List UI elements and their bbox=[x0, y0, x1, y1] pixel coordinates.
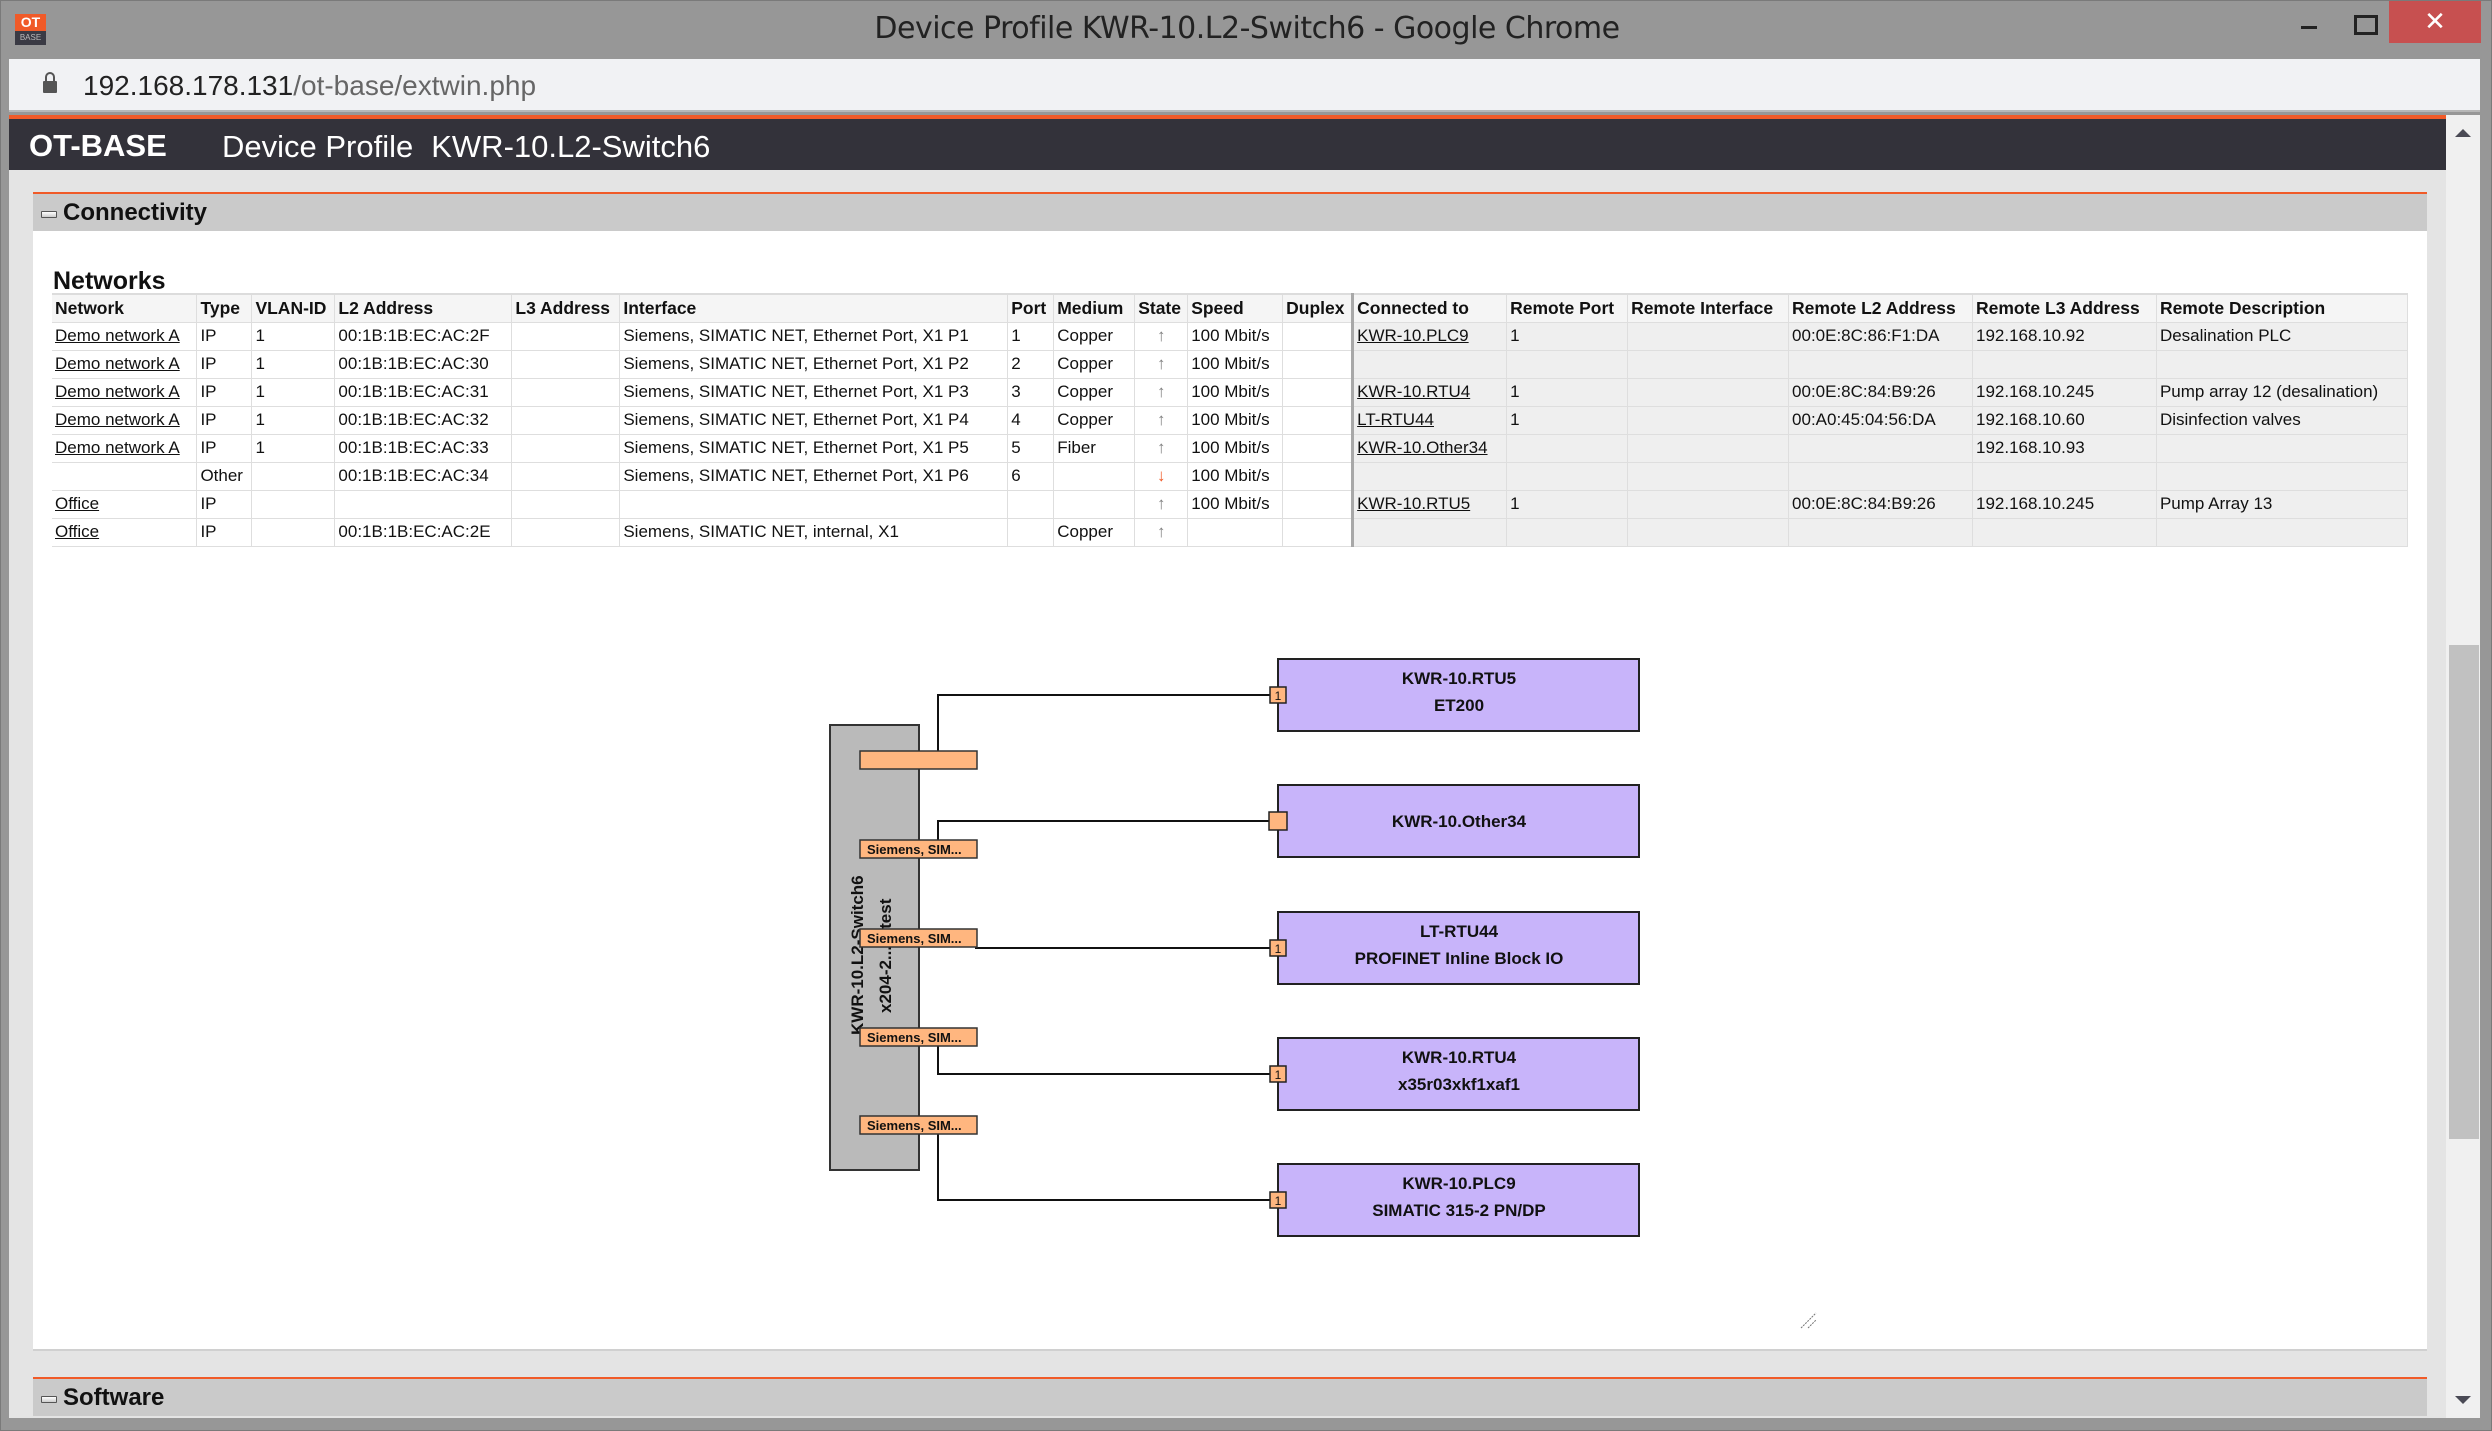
connectivity-title: Connectivity bbox=[63, 199, 208, 226]
device-model-label: SIMATIC 315-2 PN/DP bbox=[1372, 1201, 1546, 1220]
connection-line bbox=[937, 820, 1278, 840]
software-header[interactable]: Software bbox=[33, 1377, 2427, 1416]
device-model-label: ET200 bbox=[1434, 696, 1484, 715]
title-bar: OT BASE Device Profile KWR-10.L2-Switch6… bbox=[1, 1, 2492, 59]
device-name-label: KWR-10.PLC9 bbox=[1402, 1174, 1515, 1193]
page-type: Device Profile bbox=[222, 129, 414, 164]
device-port-label: 1 bbox=[1275, 1194, 1282, 1208]
scroll-up-arrow-icon[interactable] bbox=[2455, 129, 2471, 137]
maximize-button[interactable] bbox=[2334, 1, 2394, 43]
vertical-scrollbar[interactable] bbox=[2446, 115, 2480, 1418]
switch-port-tag[interactable] bbox=[859, 750, 978, 770]
scroll-down-arrow-icon[interactable] bbox=[2455, 1396, 2471, 1404]
url-text[interactable]: 192.168.178.131/ot-base/extwin.php bbox=[83, 70, 536, 102]
window-title: Device Profile KWR-10.L2-Switch6 - Googl… bbox=[874, 11, 1620, 46]
connection-line bbox=[937, 1046, 1278, 1075]
connectivity-body: Networks Network Type VLAN-ID L2 Address L3 … bbox=[33, 231, 2427, 1351]
switch-name-label: KWR-10.L2-Switch6 bbox=[848, 875, 867, 1035]
browser-window: OT BASE Device Profile KWR-10.L2-Switch6… bbox=[0, 0, 2492, 1431]
url-path: /ot-base/extwin.php bbox=[293, 70, 537, 101]
connectivity-section: Connectivity Networks Network Type VLAN-ID… bbox=[33, 192, 2427, 1351]
switch-port-label: Siemens, SIM... bbox=[867, 1118, 962, 1133]
address-bar[interactable]: 192.168.178.131/ot-base/extwin.php bbox=[9, 59, 2480, 112]
app-header: OT-BASE Device Profile KWR-10.L2-Switch6 bbox=[9, 115, 2446, 170]
lock-icon[interactable] bbox=[43, 72, 57, 94]
software-title: Software bbox=[63, 1384, 165, 1411]
switch-port-label: Siemens, SIM... bbox=[867, 1030, 962, 1045]
page-title: Device Profile KWR-10.L2-Switch6 bbox=[222, 129, 728, 165]
resize-handle-icon[interactable] bbox=[1799, 1311, 1817, 1329]
minimize-button[interactable] bbox=[2281, 1, 2341, 43]
device-port-label: 1 bbox=[1275, 689, 1282, 703]
device-name-label: KWR-10.RTU4 bbox=[1402, 1048, 1517, 1067]
device-model-label: PROFINET Inline Block IO bbox=[1355, 949, 1564, 968]
device-port-label: 1 bbox=[1275, 942, 1282, 956]
device-name-label: LT-RTU44 bbox=[1420, 922, 1499, 941]
device-name-label: KWR-10.RTU5 bbox=[1402, 669, 1516, 688]
switch-port-label: Siemens, SIM... bbox=[867, 842, 962, 857]
switch-port-label: Siemens, SIM... bbox=[867, 931, 962, 946]
page-viewport: OT-BASE Device Profile KWR-10.L2-Switch6 … bbox=[9, 115, 2446, 1418]
close-button[interactable]: ✕ bbox=[2389, 1, 2481, 43]
topology-diagram: KWR-10.L2-Switch6 x204-2...rr.testSiemens… bbox=[829, 658, 1640, 1237]
connectivity-header[interactable]: Connectivity bbox=[33, 192, 2427, 231]
switch-model-label: x204-2...rr.test bbox=[876, 898, 895, 1013]
connection-line bbox=[937, 1134, 1278, 1201]
brand-logo: OT-BASE bbox=[29, 128, 167, 163]
scroll-thumb[interactable] bbox=[2449, 645, 2479, 1139]
device-port-label: 1 bbox=[1275, 1068, 1282, 1082]
collapse-icon[interactable] bbox=[41, 1396, 57, 1403]
connection-line bbox=[937, 694, 1278, 751]
device-name: KWR-10.L2-Switch6 bbox=[431, 129, 711, 164]
device-port[interactable] bbox=[1268, 811, 1288, 831]
collapse-icon[interactable] bbox=[41, 211, 57, 218]
url-host: 192.168.178.131 bbox=[83, 70, 294, 101]
software-section: Software bbox=[33, 1377, 2427, 1416]
device-model-label: x35r03xkf1xaf1 bbox=[1398, 1075, 1520, 1094]
device-name-label: KWR-10.Other34 bbox=[1392, 812, 1527, 831]
